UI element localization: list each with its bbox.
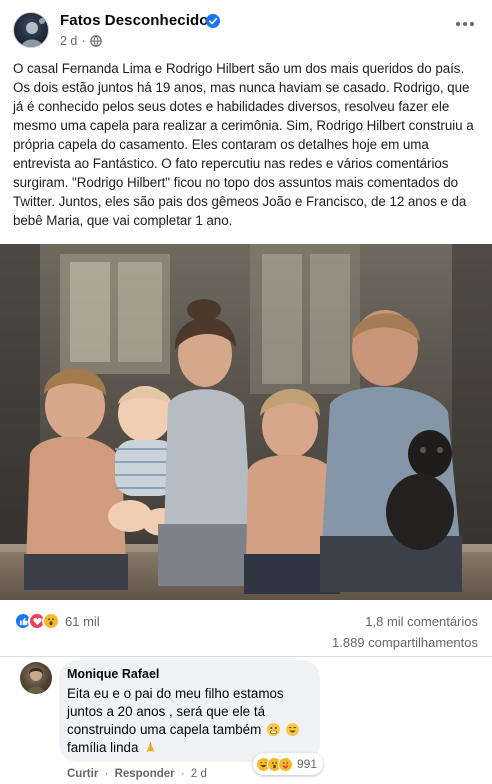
comment-body: Eita eu e o pai do meu filho estamos jun… [67,686,284,737]
comment-like-button[interactable]: Curtir [67,768,98,780]
divider [0,656,492,657]
comment-reaction-count: 991 [297,757,318,771]
comment-actions: Curtir · Responder · 2 d [67,768,207,780]
comment-reply-button[interactable]: Responder [115,768,175,780]
comment-text: Eita eu e o pai do meu filho estamos jun… [67,685,313,758]
more-horizontal-icon [456,22,460,26]
comments-count-link[interactable]: 1,8 mil comentários [365,614,478,629]
wow-reaction-icon [42,612,60,630]
page-name-link[interactable]: Fatos Desconhecidos [60,12,217,29]
post-meta: 2 d · [60,34,102,48]
more-options-button[interactable] [452,14,478,34]
action-separator: · [180,768,185,780]
care-reaction-icon [278,756,293,772]
comment-reactions[interactable]: 991 [253,753,324,775]
more-dot [463,22,467,26]
post-text: O casal Fernanda Lima e Rodrigo Hilbert … [13,61,474,228]
grimacing-emoji-icon [267,723,281,736]
page-avatar[interactable] [13,12,49,48]
reactions-summary[interactable]: 61 mil [14,612,100,630]
shares-count-link[interactable]: 1.889 compartilhamentos [332,635,478,650]
grinning-emoji-icon [285,723,299,736]
comment-author-link[interactable]: Monique Rafael [67,667,159,681]
action-separator: · [104,768,109,780]
comment-timestamp[interactable]: 2 d [191,768,207,780]
more-dot [470,22,474,26]
verified-badge-icon [206,14,220,28]
post-header: Fatos Desconhecidos 2 d · [0,0,492,56]
globe-icon [89,35,102,47]
folded-hands-emoji-icon [145,740,156,758]
reaction-count[interactable]: 61 mil [65,614,100,629]
meta-separator: · [81,34,86,48]
comment-body-tail: família linda [67,740,139,755]
post-timestamp[interactable]: 2 d [60,34,77,48]
commenter-avatar[interactable] [20,662,52,694]
post-photo[interactable] [0,244,492,600]
